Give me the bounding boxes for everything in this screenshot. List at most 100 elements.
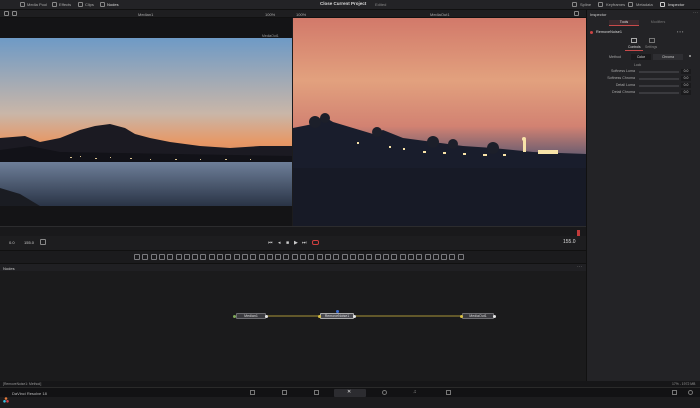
page-fusion-tab[interactable]: ✕ (334, 389, 366, 397)
metadata-button[interactable]: Metadata (636, 2, 653, 7)
fusion-tool-icon[interactable] (407, 254, 414, 260)
keyframes-button[interactable]: Keyframes (606, 2, 625, 7)
node-median1-output-knob[interactable] (264, 314, 268, 318)
sub-tab-controls[interactable]: Controls (628, 45, 641, 49)
inspector-row-slider[interactable] (639, 71, 679, 73)
fusion-tool-icon[interactable] (374, 254, 381, 260)
fusion-tool-icon[interactable] (225, 254, 232, 260)
fusion-tool-icon[interactable] (424, 254, 431, 260)
project-manager-icon[interactable] (672, 390, 677, 395)
fusion-tool-icon[interactable] (358, 254, 365, 260)
fusion-tool-icon[interactable] (250, 254, 257, 260)
left-viewer-zoom[interactable]: 100% (265, 12, 275, 17)
viewer-layout-icon[interactable] (4, 11, 9, 16)
page-edit-icon[interactable] (314, 390, 319, 395)
page-fairlight-icon[interactable]: ♫ (413, 389, 417, 395)
viewer-menu-icon[interactable] (574, 11, 579, 16)
fusion-tool-icon[interactable] (341, 254, 348, 260)
node-median1-input-knob[interactable] (233, 314, 236, 318)
fusion-tool-icon[interactable] (258, 254, 265, 260)
node-removenoise1[interactable]: RemoveNoise1 (320, 313, 354, 319)
fusion-tool-icon[interactable] (449, 254, 456, 260)
node-enable-toggle[interactable] (590, 31, 593, 34)
node-editor[interactable]: Median1 RemoveNoise1 MediaOut1 (0, 271, 586, 383)
inspector-node-options-icon[interactable]: ▪ ▪ ▪ (677, 29, 683, 34)
page-media-icon[interactable] (250, 390, 255, 395)
lock-label[interactable]: Lock (634, 63, 641, 67)
method-chroma-button[interactable]: Chroma (653, 54, 683, 60)
loop-icon[interactable] (312, 240, 319, 245)
fusion-tool-icon[interactable] (158, 254, 165, 260)
right-viewer-image[interactable] (293, 18, 586, 226)
fusion-tool-icon[interactable] (333, 254, 340, 260)
page-cut-icon[interactable] (282, 390, 287, 395)
spline-button[interactable]: Spline (580, 2, 591, 7)
fusion-tool-icon[interactable] (142, 254, 149, 260)
effects-icon[interactable] (52, 2, 57, 7)
inspector-button[interactable]: Inspector (668, 2, 684, 7)
fusion-tool-icon[interactable] (399, 254, 406, 260)
inspector-row-value[interactable]: 0.0 (681, 89, 691, 95)
keyframes-icon[interactable] (598, 2, 603, 7)
fusion-tool-icon[interactable] (391, 254, 398, 260)
tab-modifiers[interactable]: Modifiers (643, 20, 673, 26)
right-viewer-zoom[interactable]: 100% (296, 12, 306, 17)
fusion-tool-icon[interactable] (349, 254, 356, 260)
method-keyframe-icon[interactable] (689, 55, 691, 57)
fusion-tool-icon[interactable] (316, 254, 323, 260)
fusion-tool-icon[interactable] (183, 254, 190, 260)
effects-button[interactable]: Effects (59, 2, 71, 7)
fusion-tool-icon[interactable] (167, 254, 174, 260)
fusion-tool-icon[interactable] (416, 254, 423, 260)
fusion-tool-icon[interactable] (217, 254, 223, 260)
left-viewer-image[interactable] (0, 38, 292, 206)
clips-icon[interactable] (78, 2, 83, 7)
speaker-icon[interactable] (40, 239, 46, 245)
fusion-tool-icon[interactable] (366, 254, 373, 260)
node-median1[interactable]: Median1 (236, 313, 266, 319)
fusion-tool-icon[interactable] (291, 254, 298, 260)
play-icon[interactable]: ▶ (294, 240, 298, 246)
inspector-row-slider[interactable] (639, 78, 679, 80)
method-color-button[interactable]: Color (631, 54, 651, 60)
node-mediaout1[interactable]: MediaOut1 (462, 313, 494, 319)
fusion-tool-icon[interactable] (308, 254, 315, 260)
inspector-row-slider[interactable] (639, 85, 679, 87)
fusion-tool-icon[interactable] (208, 254, 215, 260)
settings-icon[interactable] (649, 38, 655, 43)
fusion-tool-icon[interactable] (432, 254, 439, 260)
step-back-icon[interactable]: ◂ (278, 240, 281, 246)
clips-button[interactable]: Clips (85, 2, 94, 7)
fusion-tool-icon[interactable] (233, 254, 240, 260)
page-deliver-icon[interactable] (446, 390, 451, 395)
timeline-end[interactable]: 155.0 (24, 240, 34, 245)
timeline-start[interactable]: 0.0 (9, 240, 15, 245)
node-mediaout1-input-knob[interactable] (460, 314, 463, 318)
viewer-split-icon[interactable] (12, 11, 17, 16)
inspector-row-slider[interactable] (639, 92, 679, 94)
fusion-tool-icon[interactable] (192, 254, 199, 260)
fusion-tool-icon[interactable] (383, 254, 389, 260)
node-mediaout1-output-knob[interactable] (492, 314, 496, 318)
page-color-icon[interactable] (382, 390, 387, 395)
spline-icon[interactable] (572, 2, 577, 7)
nodes-icon[interactable] (100, 2, 105, 7)
timeline-ruler[interactable] (0, 226, 586, 240)
tab-tools[interactable]: Tools (609, 20, 639, 26)
nodes-menu-icon[interactable]: ··· (577, 264, 582, 270)
node-removenoise1-output-knob[interactable] (352, 314, 356, 318)
fusion-tool-icon[interactable] (283, 254, 290, 260)
node-removenoise1-mask-knob[interactable] (335, 310, 339, 313)
fusion-tool-icon[interactable] (324, 254, 331, 260)
project-settings-icon[interactable] (688, 390, 693, 395)
fusion-tool-icon[interactable] (457, 254, 464, 260)
inspector-row-value[interactable]: 0.0 (681, 75, 691, 81)
inspector-icon[interactable] (660, 2, 665, 7)
nodes-button[interactable]: Nodes (107, 2, 119, 7)
fusion-tool-icon[interactable] (300, 254, 306, 260)
go-end-icon[interactable]: ⏭ (302, 240, 307, 246)
fusion-tool-icon[interactable] (266, 254, 273, 260)
go-start-icon[interactable]: ⏮ (268, 240, 273, 246)
sub-tab-settings[interactable]: Settings (645, 45, 657, 49)
stop-icon[interactable]: ■ (286, 240, 289, 246)
